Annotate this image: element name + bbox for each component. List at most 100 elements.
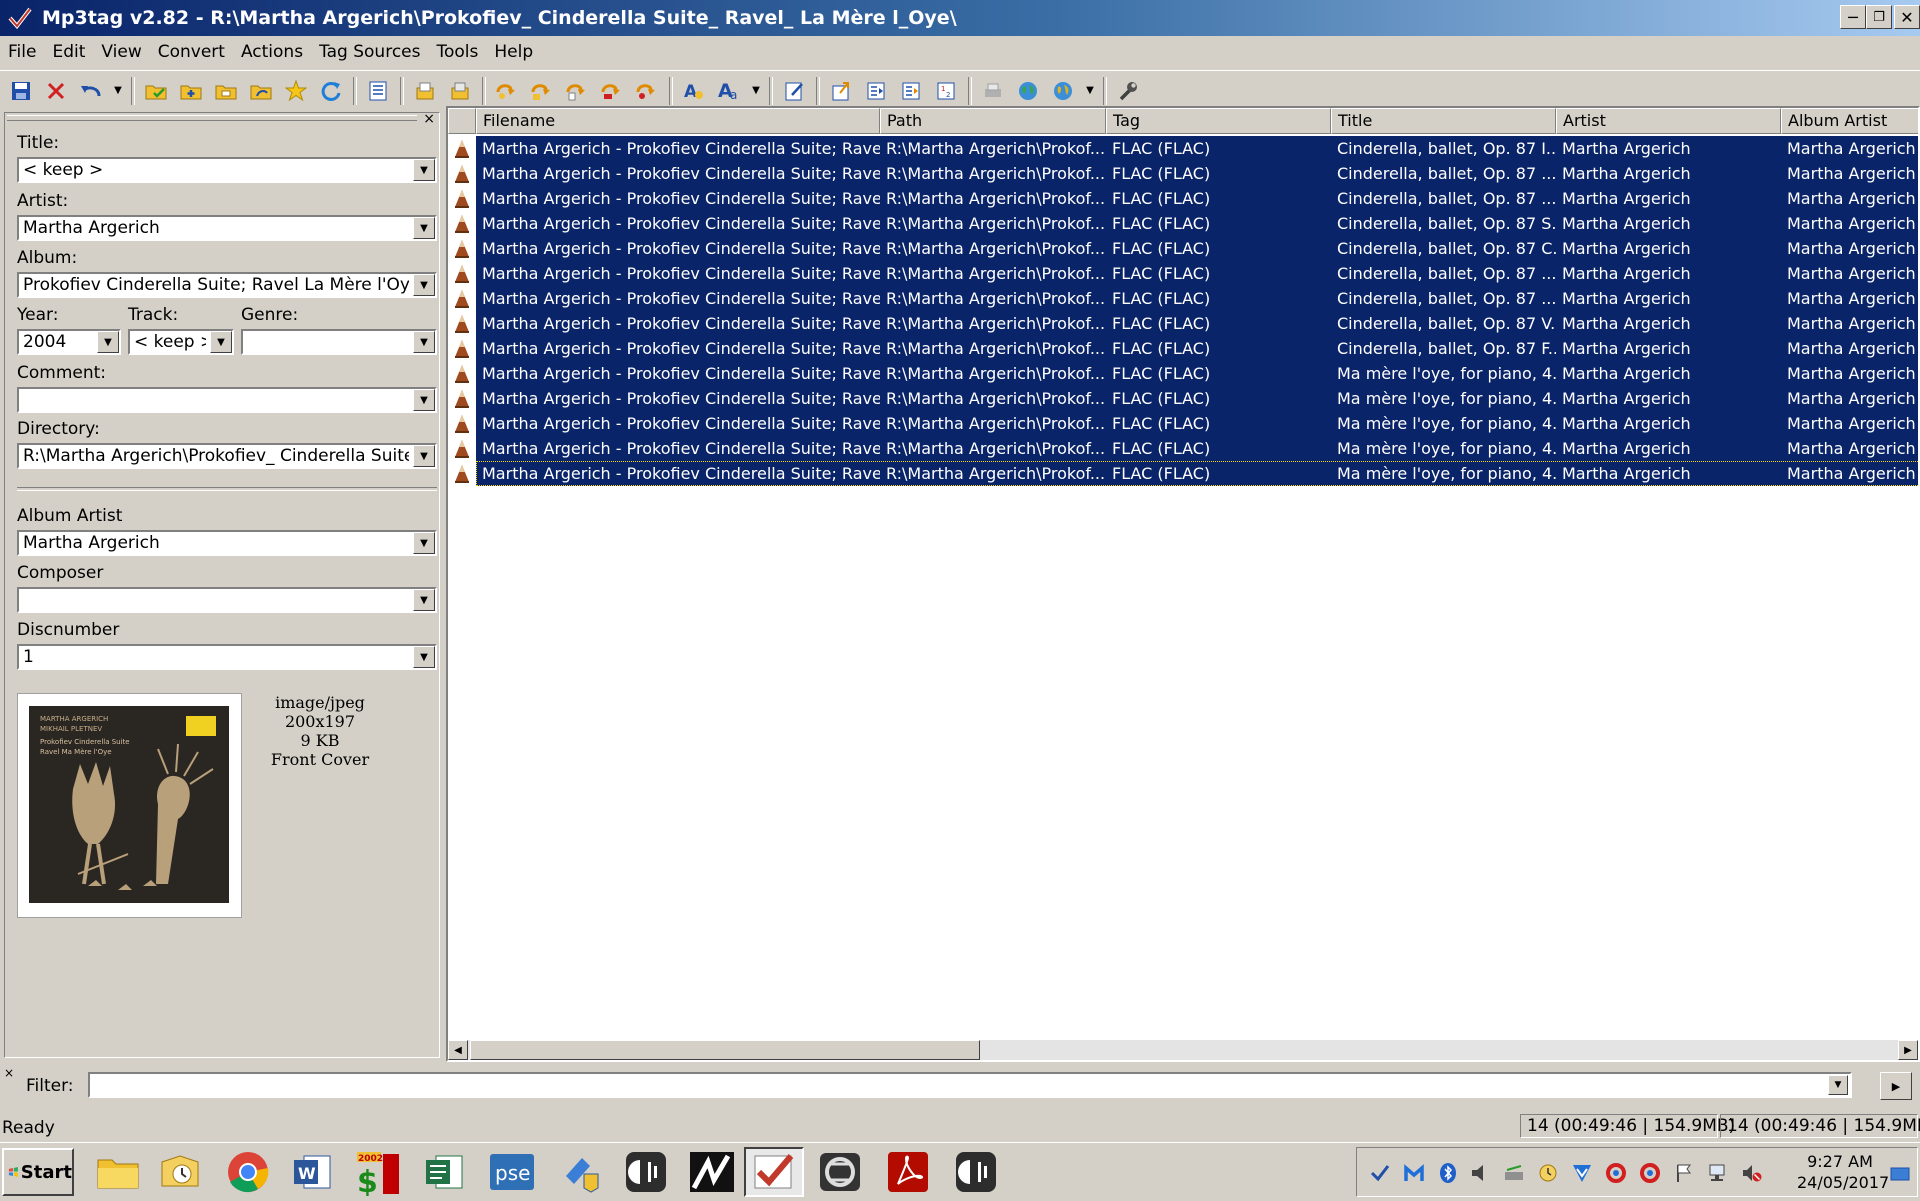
menu-file[interactable]: File bbox=[0, 42, 44, 62]
table-row[interactable]: Martha Argerich - Prokofiev Cinderella S… bbox=[448, 136, 1918, 161]
web-sources-button[interactable] bbox=[1013, 76, 1043, 106]
sort-button[interactable]: 12 bbox=[931, 76, 961, 106]
menu-convert[interactable]: Convert bbox=[150, 42, 233, 62]
tray-ccleaner2-icon[interactable] bbox=[1639, 1162, 1661, 1184]
tag-to-tag-button[interactable] bbox=[597, 76, 627, 106]
export-button[interactable] bbox=[632, 76, 662, 106]
chevron-down-icon[interactable]: ▼ bbox=[413, 217, 435, 239]
chevron-down-icon[interactable]: ▼ bbox=[413, 274, 435, 296]
options-button[interactable] bbox=[1113, 76, 1143, 106]
scroll-left-button[interactable]: ◀ bbox=[448, 1040, 468, 1060]
discnumber-combo[interactable]: 1 ▼ bbox=[17, 644, 437, 670]
mp3tag-app-icon[interactable] bbox=[6, 4, 34, 32]
tray-volume-muted-icon[interactable] bbox=[1741, 1162, 1763, 1184]
tray-ccleaner-icon[interactable] bbox=[1605, 1162, 1627, 1184]
actions-button[interactable]: A bbox=[679, 76, 709, 106]
refresh-folder-button[interactable] bbox=[246, 76, 276, 106]
table-row[interactable]: Martha Argerich - Prokofiev Cinderella S… bbox=[448, 286, 1918, 311]
print-button[interactable] bbox=[978, 76, 1008, 106]
chevron-down-icon[interactable]: ▼ bbox=[413, 589, 435, 611]
taskbar-audio-app[interactable] bbox=[616, 1147, 676, 1197]
tray-check-icon[interactable] bbox=[1369, 1162, 1391, 1184]
column-header-title[interactable]: Title bbox=[1331, 108, 1556, 134]
table-row[interactable]: Martha Argerich - Prokofiev Cinderella S… bbox=[448, 436, 1918, 461]
chevron-down-icon[interactable]: ▼ bbox=[413, 646, 435, 668]
menu-actions[interactable]: Actions bbox=[233, 42, 311, 62]
actions-quick-button[interactable]: Aa bbox=[714, 76, 744, 106]
taskbar-quicken[interactable]: 2002 $ bbox=[348, 1147, 408, 1197]
add-directory-button[interactable] bbox=[176, 76, 206, 106]
tag-to-filename-button[interactable] bbox=[527, 76, 557, 106]
taskbar-logo-app[interactable] bbox=[682, 1147, 742, 1197]
artist-combo[interactable]: Martha Argerich ▼ bbox=[17, 215, 437, 241]
title-combo[interactable]: < keep > ▼ bbox=[17, 157, 437, 183]
year-combo[interactable]: 2004 ▼ bbox=[17, 329, 121, 355]
show-desktop-icon[interactable] bbox=[1889, 1162, 1911, 1184]
remove-tag-button[interactable] bbox=[41, 76, 71, 106]
table-row[interactable]: Martha Argerich - Prokofiev Cinderella S… bbox=[448, 311, 1918, 336]
menu-tag-sources[interactable]: Tag Sources bbox=[311, 42, 428, 62]
track-combo[interactable]: < keep > ▼ bbox=[128, 329, 234, 355]
table-row[interactable]: Martha Argerich - Prokofiev Cinderella S… bbox=[448, 361, 1918, 386]
reload-button[interactable] bbox=[316, 76, 346, 106]
tray-outlook-icon[interactable] bbox=[1537, 1162, 1559, 1184]
taskbar-photoshop-elements[interactable]: pse bbox=[482, 1147, 542, 1197]
filter-input[interactable]: ▼ bbox=[88, 1072, 1852, 1098]
undo-dropdown[interactable]: ▼ bbox=[111, 76, 125, 106]
taskbar-acrobat[interactable] bbox=[878, 1147, 938, 1197]
tray-vpn-icon[interactable] bbox=[1571, 1162, 1593, 1184]
filter-dropdown[interactable]: ▼ bbox=[1828, 1075, 1848, 1095]
freedb-button[interactable] bbox=[1048, 76, 1078, 106]
scroll-right-button[interactable]: ▶ bbox=[1898, 1040, 1918, 1060]
taskbar-outlook[interactable] bbox=[150, 1147, 210, 1197]
table-row[interactable]: Martha Argerich - Prokofiev Cinderella S… bbox=[448, 336, 1918, 361]
table-row[interactable]: Martha Argerich - Prokofiev Cinderella S… bbox=[448, 461, 1918, 486]
tray-network-drive-icon[interactable] bbox=[1503, 1162, 1525, 1184]
panel-close-icon[interactable]: × bbox=[423, 111, 435, 127]
panel-grip[interactable] bbox=[7, 115, 417, 121]
taskbar-file-explorer[interactable] bbox=[88, 1147, 148, 1197]
actions-dropdown[interactable]: ▼ bbox=[749, 76, 763, 106]
composer-combo[interactable]: ▼ bbox=[17, 587, 437, 613]
scrollbar-thumb[interactable] bbox=[470, 1040, 980, 1060]
minimize-button[interactable]: ─ bbox=[1840, 5, 1866, 29]
clock[interactable]: 9:27 AM 24/05/2017 bbox=[1797, 1151, 1889, 1193]
tray-flag-icon[interactable] bbox=[1673, 1162, 1695, 1184]
change-directory-button[interactable] bbox=[141, 76, 171, 106]
tag-sources-dropdown[interactable]: ▼ bbox=[1083, 76, 1097, 106]
filter-close-icon[interactable]: × bbox=[4, 1066, 14, 1080]
open-folder-button[interactable] bbox=[211, 76, 241, 106]
column-header-filename[interactable]: Filename bbox=[476, 108, 880, 134]
chevron-down-icon[interactable]: ▼ bbox=[210, 331, 232, 353]
menu-edit[interactable]: Edit bbox=[44, 42, 93, 62]
column-header-tag[interactable]: Tag bbox=[1106, 108, 1331, 134]
table-row[interactable]: Martha Argerich - Prokofiev Cinderella S… bbox=[448, 186, 1918, 211]
favorites-button[interactable] bbox=[281, 76, 311, 106]
taskbar-mp3tag[interactable] bbox=[744, 1147, 804, 1197]
export-list-button[interactable] bbox=[826, 76, 856, 106]
horizontal-scrollbar[interactable]: ◀ ▶ bbox=[448, 1040, 1918, 1060]
table-row[interactable]: Martha Argerich - Prokofiev Cinderella S… bbox=[448, 411, 1918, 436]
tray-speaker-app-icon[interactable] bbox=[1469, 1162, 1491, 1184]
menu-help[interactable]: Help bbox=[486, 42, 541, 62]
save-button[interactable] bbox=[6, 76, 36, 106]
tray-network-icon[interactable] bbox=[1707, 1162, 1729, 1184]
tray-bluetooth-icon[interactable] bbox=[1437, 1162, 1459, 1184]
paste-tag-button[interactable] bbox=[445, 76, 475, 106]
text-to-tag-button[interactable] bbox=[562, 76, 592, 106]
column-header-path[interactable]: Path bbox=[880, 108, 1106, 134]
taskbar-word[interactable]: W bbox=[282, 1147, 342, 1197]
comment-combo[interactable]: ▼ bbox=[17, 387, 437, 413]
tray-malwarebytes-icon[interactable] bbox=[1403, 1162, 1425, 1184]
chevron-down-icon[interactable]: ▼ bbox=[97, 331, 119, 353]
chevron-down-icon[interactable]: ▼ bbox=[413, 445, 435, 467]
playlist-export-button[interactable] bbox=[896, 76, 926, 106]
table-row[interactable]: Martha Argerich - Prokofiev Cinderella S… bbox=[448, 236, 1918, 261]
chevron-down-icon[interactable]: ▼ bbox=[413, 331, 435, 353]
column-header-artist[interactable]: Artist bbox=[1556, 108, 1781, 134]
taskbar-blender-app[interactable] bbox=[810, 1147, 870, 1197]
table-row[interactable]: Martha Argerich - Prokofiev Cinderella S… bbox=[448, 211, 1918, 236]
start-button[interactable]: Start bbox=[2, 1148, 74, 1196]
column-header-icon[interactable] bbox=[448, 108, 476, 134]
undo-button[interactable] bbox=[76, 76, 106, 106]
